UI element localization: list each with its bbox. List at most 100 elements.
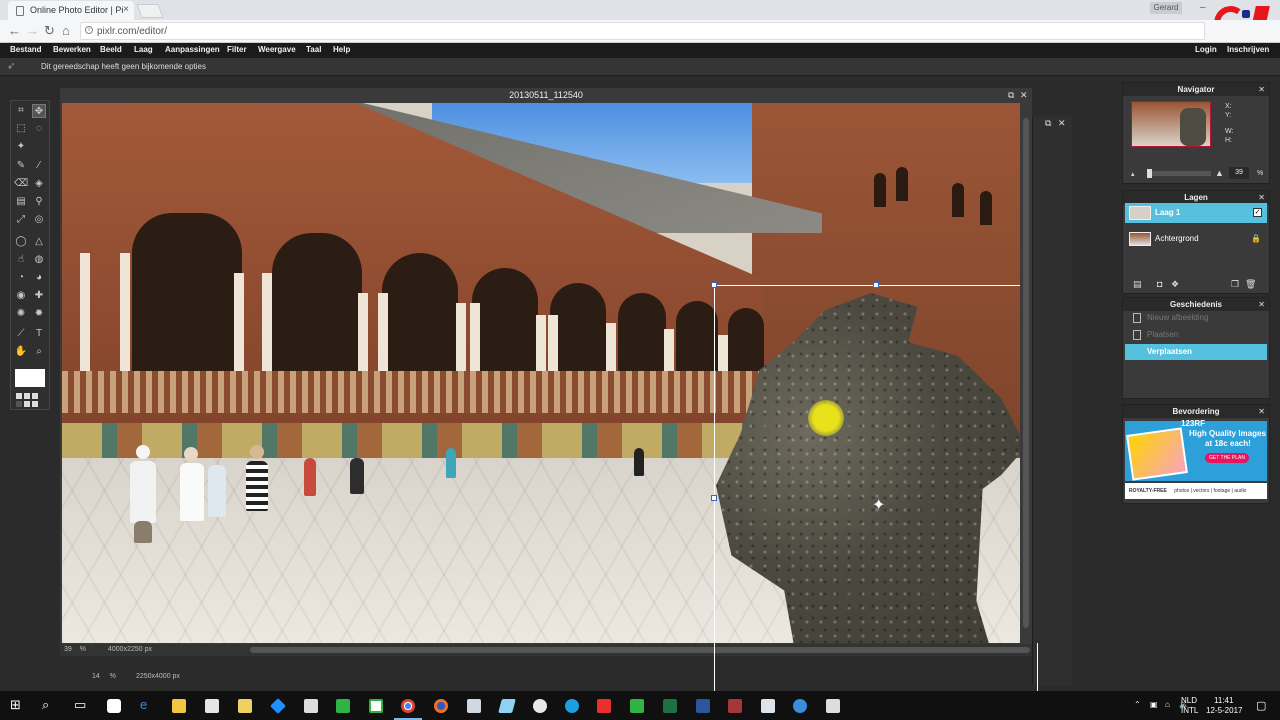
menu-bewerken[interactable]: Bewerken: [53, 45, 91, 54]
word-icon[interactable]: [696, 699, 710, 713]
text-tool-icon[interactable]: T: [32, 327, 46, 341]
delete-layer-icon[interactable]: 🗑: [1245, 279, 1256, 290]
edge-browser-icon[interactable]: e: [140, 697, 147, 713]
transform-handle[interactable]: [711, 282, 717, 288]
windows-start-icon[interactable]: ⊞: [10, 697, 21, 713]
second-document-window[interactable]: [1032, 116, 1072, 686]
close-tab-icon[interactable]: ×: [123, 4, 129, 15]
spot-heal-icon[interactable]: ✚: [32, 289, 46, 303]
sharpen-tool-icon[interactable]: △: [32, 235, 46, 249]
excel-icon[interactable]: [663, 699, 677, 713]
mail-icon[interactable]: [304, 699, 318, 713]
new-tab-button[interactable]: [136, 4, 164, 18]
menu-help[interactable]: Help: [333, 45, 350, 54]
colorpicker-tool-icon[interactable]: ⟋: [14, 327, 28, 341]
menu-taal[interactable]: Taal: [306, 45, 321, 54]
sponge-tool-icon[interactable]: ◍: [32, 253, 46, 267]
horizontal-scrollbar[interactable]: [250, 647, 1030, 653]
move-tool-icon[interactable]: ✥: [32, 104, 46, 118]
restore-icon[interactable]: ⧉: [1008, 90, 1014, 101]
notifications-icon[interactable]: ▢: [1256, 699, 1266, 712]
close-panel-icon[interactable]: ✕: [1258, 83, 1265, 96]
store-icon[interactable]: [107, 699, 121, 713]
transform-handle[interactable]: [711, 495, 717, 501]
user-profile-badge[interactable]: Gerard: [1150, 2, 1182, 14]
zoom-tool-icon[interactable]: ⌕: [32, 345, 46, 359]
camtasia-recorder-icon[interactable]: [369, 699, 383, 713]
zoom-readout[interactable]: 39 %: [64, 646, 86, 653]
wand-tool-icon[interactable]: ✦: [14, 140, 28, 154]
gradient-tool-icon[interactable]: ▤: [14, 195, 28, 209]
app-icon[interactable]: [270, 698, 286, 714]
firefox-icon[interactable]: [434, 699, 448, 713]
access-icon[interactable]: [728, 699, 742, 713]
forward-icon[interactable]: →: [26, 24, 39, 38]
browser-tab[interactable]: Online Photo Editor | Pi ×: [8, 1, 134, 20]
video-editor-icon[interactable]: [630, 699, 644, 713]
home-icon[interactable]: ⌂: [62, 24, 70, 38]
layer-item-achtergrond[interactable]: Achtergrond 🔒: [1125, 229, 1267, 249]
recorder-icon[interactable]: [826, 699, 840, 713]
vertical-scrollbar[interactable]: [1023, 118, 1029, 628]
menu-filter[interactable]: Filter: [227, 45, 247, 54]
layer-item-laag1[interactable]: Laag 1 ✓: [1125, 203, 1267, 223]
network-icon[interactable]: [565, 699, 579, 713]
smudge-tool-icon[interactable]: ☝: [14, 253, 28, 267]
second-doc-zoom[interactable]: 14: [92, 673, 100, 680]
bucket-tool-icon[interactable]: ◈: [32, 177, 46, 191]
close-document-icon[interactable]: ✕: [1020, 90, 1028, 101]
ad-cta-button[interactable]: GET THE PLAN: [1205, 453, 1249, 463]
layer-styles-icon[interactable]: ❖: [1171, 279, 1179, 290]
tray-chevron-icon[interactable]: ⌃: [1134, 700, 1141, 709]
redeye-tool-icon[interactable]: ◎: [32, 213, 46, 227]
folder-icon[interactable]: [238, 699, 252, 713]
layer-visibility-checkbox[interactable]: ✓: [1253, 208, 1262, 217]
menu-laag[interactable]: Laag: [134, 45, 153, 54]
reload-icon[interactable]: ↻: [44, 24, 55, 38]
close-panel-icon[interactable]: ✕: [1258, 405, 1265, 418]
crop-tool-icon[interactable]: ⌗: [14, 104, 28, 118]
image-canvas[interactable]: ✦: [62, 103, 1020, 643]
video-app-icon[interactable]: [597, 699, 611, 713]
history-item-selected[interactable]: Verplaatsen: [1125, 344, 1267, 360]
tray-app-icon[interactable]: ▣: [1150, 700, 1158, 709]
new-layer-icon[interactable]: ❐: [1231, 279, 1239, 290]
bloat-tool-icon[interactable]: ✺: [14, 307, 28, 321]
menu-bestand[interactable]: Bestand: [10, 45, 42, 54]
burn-tool-icon[interactable]: ◕: [32, 271, 46, 285]
chrome-icon[interactable]: [401, 699, 415, 713]
blur-tool-icon[interactable]: ◯: [14, 235, 28, 249]
stamp-tool-icon[interactable]: ⚲: [32, 195, 46, 209]
close-document-icon[interactable]: ✕: [1058, 118, 1066, 129]
redeye-remove-icon[interactable]: ◉: [14, 289, 28, 303]
lasso-tool-icon[interactable]: ◌: [32, 122, 46, 136]
pinch-tool-icon[interactable]: ✹: [32, 307, 46, 321]
camtasia-icon[interactable]: [336, 699, 350, 713]
zoom-in-icon[interactable]: ▲: [1215, 168, 1224, 178]
brush-tool-icon[interactable]: ⁄: [32, 159, 46, 173]
media-icon[interactable]: [533, 699, 547, 713]
language-indicator[interactable]: NLD: [1181, 696, 1197, 705]
navigator-zoom-input[interactable]: 39: [1229, 167, 1249, 179]
document-icon[interactable]: [205, 699, 219, 713]
search-icon[interactable]: ⌕: [42, 697, 49, 713]
dodge-tool-icon[interactable]: ◔: [14, 271, 28, 285]
menu-aanpassingen[interactable]: Aanpassingen: [165, 45, 220, 54]
pencil-tool-icon[interactable]: ✎: [14, 159, 28, 173]
back-icon[interactable]: ←: [8, 24, 21, 38]
drawing-tool-icon[interactable]: ⤢: [14, 213, 28, 227]
zoom-slider[interactable]: [1147, 169, 1211, 178]
info-icon[interactable]: i: [85, 26, 93, 34]
foreground-color-swatch[interactable]: [15, 369, 45, 387]
swatch-grid-icon[interactable]: [16, 393, 44, 407]
layer-mask-icon[interactable]: ◘: [1157, 279, 1162, 289]
hand-tool-icon[interactable]: ✋: [14, 345, 28, 359]
login-link[interactable]: Login: [1195, 45, 1217, 54]
notepad-icon[interactable]: [467, 699, 481, 713]
address-bar[interactable]: i pixlr.com/editor/: [80, 22, 1205, 40]
globe-icon[interactable]: [793, 699, 807, 713]
advertisement-banner[interactable]: High Quality Images at 18c each! GET THE…: [1125, 421, 1267, 481]
eraser-tool-icon[interactable]: ⌫: [14, 177, 28, 191]
language-indicator-2[interactable]: INTL: [1181, 706, 1198, 715]
clock-date[interactable]: 12-5-2017: [1206, 706, 1242, 715]
